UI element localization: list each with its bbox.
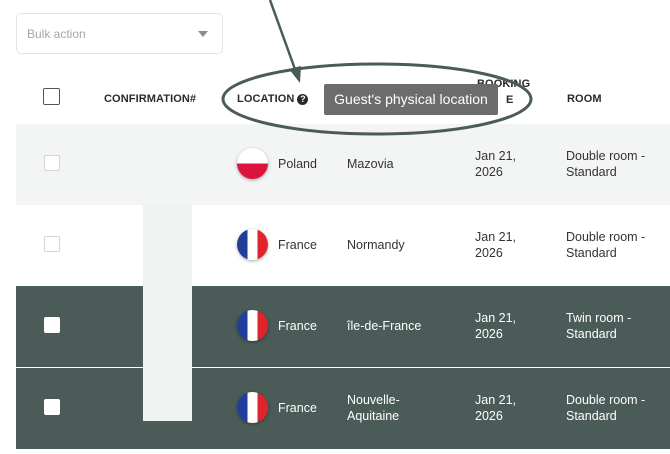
redacted-confirmation-block <box>143 205 192 421</box>
table-row[interactable]: Poland Mazovia Jan 21, 2026 Double room … <box>16 124 670 205</box>
help-icon[interactable]: ? <box>297 93 309 105</box>
booking-date-line2: 2026 <box>475 409 503 423</box>
booking-date-line1: Jan 21, <box>475 311 517 325</box>
table-row[interactable]: France Nouvelle- Aquitaine Jan 21, 2026 … <box>16 368 670 449</box>
country-cell: Poland <box>278 157 317 171</box>
row-checkbox[interactable] <box>44 155 60 171</box>
booking-date-line1: Jan 21, <box>475 393 517 407</box>
table-row[interactable]: France Normandy Jan 21, 2026 Double room… <box>16 205 670 286</box>
column-header-confirmation[interactable]: CONFIRMATION# <box>104 93 196 105</box>
annotation-arrow-line <box>268 0 298 73</box>
poland-flag-icon <box>237 148 268 179</box>
row-checkbox[interactable] <box>44 317 60 333</box>
region-line2: Aquitaine <box>347 409 400 423</box>
region-cell: Mazovia <box>347 157 394 171</box>
row-checkbox[interactable] <box>44 399 60 415</box>
booking-date-line2: 2026 <box>475 246 503 260</box>
row-checkbox[interactable] <box>44 236 60 252</box>
table-row[interactable]: France île-de-France Jan 21, 2026 Twin r… <box>16 286 670 367</box>
booking-date-cell: Jan 21, 2026 <box>475 148 516 180</box>
room-line1: Double room - <box>566 149 646 163</box>
region-line1: Nouvelle- <box>347 393 400 407</box>
column-header-location[interactable]: LOCATION ? <box>237 93 309 105</box>
room-line2: Standard <box>566 327 617 341</box>
location-help-tooltip: Guest's physical location <box>324 84 498 115</box>
chevron-down-icon <box>198 31 208 37</box>
room-line1: Double room - <box>566 393 646 407</box>
room-line1: Twin room - <box>566 311 632 325</box>
region-cell: Nouvelle- Aquitaine <box>347 392 400 424</box>
room-line2: Standard <box>566 246 617 260</box>
country-cell: France <box>278 238 317 252</box>
bulk-action-select[interactable]: Bulk action <box>16 13 223 54</box>
country-cell: France <box>278 401 317 415</box>
room-cell: Double room - Standard <box>566 392 645 424</box>
room-cell: Double room - Standard <box>566 148 645 180</box>
booking-date-line1: Jan 21, <box>475 230 517 244</box>
booking-date-cell: Jan 21, 2026 <box>475 310 516 342</box>
room-cell: Twin room - Standard <box>566 310 631 342</box>
select-all-checkbox[interactable] <box>43 88 60 105</box>
booking-date-cell: Jan 21, 2026 <box>475 229 516 261</box>
region-cell: Normandy <box>347 238 405 252</box>
booking-date-line1: Jan 21, <box>475 149 517 163</box>
annotation-arrow-head <box>289 66 301 83</box>
france-flag-icon <box>237 229 268 260</box>
france-flag-icon <box>237 392 268 423</box>
column-header-location-label: LOCATION <box>237 93 295 105</box>
booking-date-line2: 2026 <box>475 327 503 341</box>
room-line2: Standard <box>566 409 617 423</box>
room-line2: Standard <box>566 165 617 179</box>
bulk-action-placeholder: Bulk action <box>27 27 86 41</box>
booking-date-cell: Jan 21, 2026 <box>475 392 516 424</box>
country-cell: France <box>278 319 317 333</box>
booking-date-line2: 2026 <box>475 165 503 179</box>
room-cell: Double room - Standard <box>566 229 645 261</box>
column-header-room[interactable]: ROOM <box>567 93 602 105</box>
region-cell: île-de-France <box>347 319 422 333</box>
room-line1: Double room - <box>566 230 646 244</box>
france-flag-icon <box>237 310 268 341</box>
